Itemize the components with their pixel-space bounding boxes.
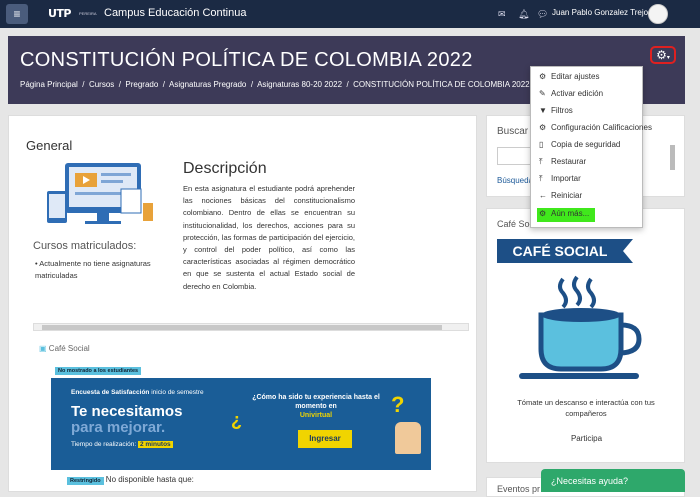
cafe-social-block: Café Social CAFÉ SOCIAL Tómate un descan… (486, 208, 685, 463)
forum-icon: ▣ (39, 344, 47, 353)
restricted-badge: Restringido (67, 477, 104, 485)
question-mark-icon: ¿ (231, 410, 242, 430)
question-mark-icon: ? (391, 392, 405, 417)
menu-item-editar-ajustes[interactable]: ⚙ Editar ajustes (539, 72, 599, 86)
avatar[interactable] (648, 4, 668, 24)
menu-item-filtros[interactable]: ▼ Filtros (539, 106, 573, 120)
course-settings-menu: ⚙ Editar ajustes ✎ Activar edición ▼ Filtro… (530, 66, 652, 228)
menu-item-aun-mas[interactable]: ⚙ Aún más... (537, 208, 596, 222)
breadcrumb-item[interactable]: Asignaturas Pregrado (169, 80, 246, 89)
menu-item-reiniciar[interactable]: ← Reiniciar (539, 191, 582, 205)
help-chat-button[interactable]: ¿Necesitas ayuda? (541, 469, 685, 492)
utp-logo[interactable]: UTP (48, 7, 72, 20)
breadcrumb-item[interactable]: Cursos (89, 80, 114, 89)
notifications-icon[interactable]: 🔔︎ (518, 9, 529, 20)
enrolled-courses-title: Cursos matriculados: (33, 240, 137, 252)
course-content: General Descripción En esta asignatura e… (8, 115, 477, 492)
upload-icon: ⤒ (539, 157, 543, 166)
messages-icon[interactable]: ✉ (498, 9, 506, 20)
description-title: Descripción (183, 160, 267, 177)
hamburger-icon: ≡ (13, 7, 21, 21)
user-name[interactable]: Juan Pablo Gonzalez Trejo (552, 8, 648, 17)
gear-icon: ⚙ (539, 123, 547, 132)
site-name[interactable]: Campus Educación Continua (104, 7, 246, 19)
breadcrumb-item[interactable]: Página Principal (20, 80, 78, 89)
sidebar-scrollbar[interactable] (670, 145, 675, 170)
breadcrumb-item[interactable]: Pregrado (125, 80, 158, 89)
banner-subheadline: para mejorar. (71, 419, 166, 436)
chat-icon[interactable]: 💬︎ (537, 9, 548, 20)
settings-gear-button[interactable]: ⚙▾ (650, 46, 676, 64)
pencil-icon: ✎ (539, 89, 546, 98)
horizontal-scrollbar[interactable] (33, 323, 469, 331)
section-title: General (26, 138, 73, 153)
gear-icon: ⚙ (539, 72, 547, 81)
course-illustration (47, 163, 153, 224)
banner-time: Tiempo de realización: 2 minutos (71, 441, 173, 448)
breadcrumb-item[interactable]: Asignaturas 80-20 2022 (257, 80, 342, 89)
top-navbar: ≡ UTP PEREIRA Campus Educación Continua … (0, 0, 700, 28)
hidden-badge: No mostrado a los estudiantes (55, 367, 142, 375)
banner-headline: Te necesitamos (71, 403, 183, 420)
course-description: En esta asignatura el estudiante podrá a… (183, 184, 355, 291)
banner-enter-button[interactable]: Ingresar (298, 430, 352, 448)
file-icon: ▯ (539, 140, 544, 149)
coffee-cup-icon (519, 275, 642, 379)
gear-icon: ⚙ (656, 48, 667, 62)
utp-logo-sub: PEREIRA (79, 11, 97, 16)
banner-question: ¿Cómo ha sido tu experiencia hasta el mo… (252, 394, 380, 419)
menu-item-copia-de-seguridad[interactable]: ▯ Copia de seguridad (539, 140, 620, 154)
search-link[interactable]: Búsqueda (497, 176, 533, 185)
upload-icon: ⤒ (539, 174, 543, 183)
restriction-notice: Restringido No disponible hasta que: (67, 475, 487, 485)
gear-icon: ⚙ (539, 209, 547, 218)
banner-survey-line: Encuesta de Satisfacción inicio de semes… (71, 389, 204, 396)
events-title: Eventos pr (497, 484, 541, 494)
breadcrumb: Página Principal / Cursos / Pregrado / A… (20, 80, 530, 89)
arrow-left-icon: ← (539, 191, 547, 200)
thumbs-up-icon (395, 422, 421, 454)
survey-banner[interactable]: Encuesta de Satisfacción inicio de semes… (51, 378, 431, 470)
cafe-social-link[interactable]: ▣ Café Social (39, 344, 90, 353)
cafe-social-banner[interactable]: CAFÉ SOCIAL (497, 239, 623, 263)
menu-item-configuracion-calificaciones[interactable]: ⚙ Configuración Calificaciones (539, 123, 652, 137)
menu-item-importar[interactable]: ⤒ Importar (539, 174, 581, 188)
list-item: • Actualmente no tiene asignaturas matri… (35, 259, 151, 280)
breadcrumb-item[interactable]: CONSTITUCIÓN POLÍTICA DE COLOMBIA 2022 (353, 80, 530, 89)
menu-item-activar-edicion[interactable]: ✎ Activar edición (539, 89, 603, 103)
cafe-description: Tómate un descanso e interactúa con tus … (517, 398, 655, 418)
caret-down-icon: ▾ (666, 55, 670, 61)
filter-icon: ▼ (539, 106, 547, 115)
menu-toggle-button[interactable]: ≡ (6, 4, 28, 24)
page-title: CONSTITUCIÓN POLÍTICA DE COLOMBIA 2022 (20, 49, 473, 71)
menu-item-restaurar[interactable]: ⤒ Restaurar (539, 157, 586, 171)
participa-link[interactable]: Participa (487, 434, 686, 443)
